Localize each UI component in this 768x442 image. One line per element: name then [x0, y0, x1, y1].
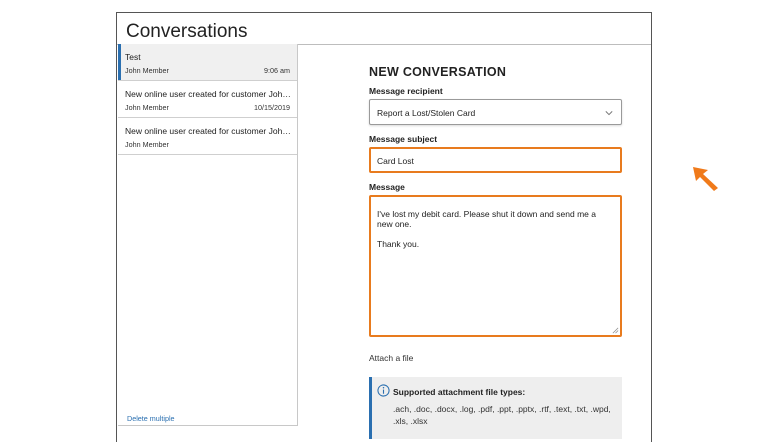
subject-input[interactable]: Card Lost	[369, 147, 622, 173]
resize-handle-icon[interactable]	[612, 327, 619, 334]
conversation-date: 10/15/2019	[254, 103, 290, 112]
conversation-subject: New online user created for customer Joh…	[125, 126, 291, 136]
attach-file-link[interactable]: Attach a file	[369, 353, 413, 363]
cursor-arrow-icon	[693, 167, 718, 191]
message-label: Message	[369, 182, 405, 192]
compose-title: NEW CONVERSATION	[369, 65, 507, 79]
conversation-sender: John Member	[125, 103, 169, 112]
subject-label: Message subject	[369, 134, 438, 144]
conversation-subject: Test	[125, 52, 141, 62]
conversation-item[interactable]: New online user created for customer Joh…	[118, 81, 297, 118]
info-icon	[377, 384, 390, 397]
message-value: I've lost my debit card. Please shut it …	[377, 209, 596, 249]
attachment-file-types: .ach, .doc, .docx, .log, .pdf, .ppt, .pp…	[393, 404, 611, 426]
message-textarea[interactable]: I've lost my debit card. Please shut it …	[369, 195, 622, 337]
conversation-item[interactable]: Test John Member 9:06 am	[118, 44, 297, 81]
attachment-info-title: Supported attachment file types:	[393, 387, 526, 397]
conversation-sender: John Member	[125, 140, 169, 149]
recipient-value: Report a Lost/Stolen Card	[377, 108, 476, 118]
attachment-info-panel: Supported attachment file types: .ach, .…	[369, 377, 622, 439]
subject-value: Card Lost	[377, 156, 414, 166]
conversation-sender: John Member	[125, 66, 169, 75]
conversation-item[interactable]: New online user created for customer Joh…	[118, 118, 297, 155]
page-title: Conversations	[126, 21, 248, 42]
conversation-date: 9:06 am	[264, 66, 290, 75]
recipient-select[interactable]: Report a Lost/Stolen Card	[369, 99, 622, 125]
conversation-subject: New online user created for customer Joh…	[125, 89, 291, 99]
conversation-list: Test John Member 9:06 am New online user…	[118, 44, 298, 426]
conversations-window: Conversations Test John Member 9:06 am N…	[116, 12, 652, 442]
recipient-label: Message recipient	[369, 86, 443, 96]
chevron-down-icon	[605, 111, 613, 116]
delete-multiple-link[interactable]: Delete multiple	[127, 414, 175, 423]
